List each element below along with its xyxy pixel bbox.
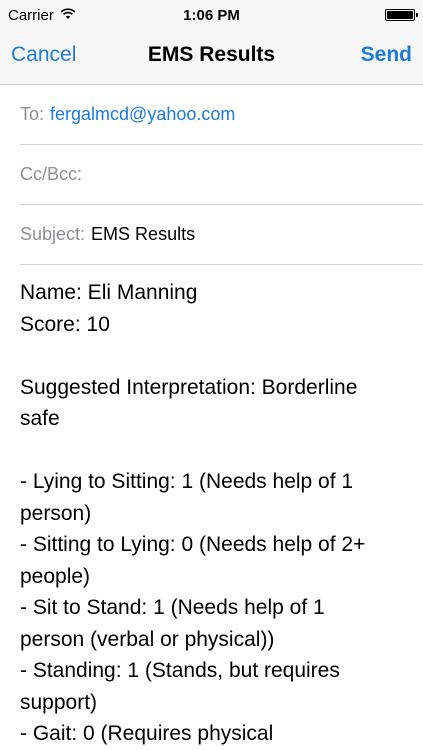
message-body-line: - Gait: 0 (Requires physical	[20, 722, 274, 745]
message-body-line: - Standing: 1 (Stands, but requires	[20, 659, 340, 682]
send-button[interactable]: Send	[361, 43, 412, 67]
message-body[interactable]: Name: Eli Manning Score: 10 Suggested Inte…	[0, 265, 423, 750]
message-body-line: safe	[20, 407, 60, 430]
status-bar: Carrier 1:06 PM	[0, 0, 423, 30]
message-body-line: Suggested Interpretation: Borderline	[20, 375, 358, 399]
status-time: 1:06 PM	[183, 7, 240, 24]
ccbcc-field[interactable]: Cc/Bcc:	[20, 145, 423, 205]
page-title: EMS Results	[147, 43, 276, 66]
navigation-bar: Cancel EMS Results Send	[0, 30, 423, 84]
to-label: To:	[20, 104, 45, 124]
message-body-line: - Sit to Stand: 1 (Needs help of 1	[20, 596, 325, 619]
message-body-line: Score: 10	[20, 312, 110, 336]
subject-label: Subject:	[20, 224, 86, 244]
message-body-line: Name: Eli Manning	[20, 281, 198, 304]
ccbcc-label: Cc/Bcc:	[20, 164, 83, 184]
message-body-line	[20, 340, 403, 372]
message-body-line: person (verbal or physical))	[20, 627, 275, 651]
subject-value[interactable]: EMS Results	[91, 224, 195, 245]
message-body-line: people)	[20, 564, 91, 588]
message-body-line: - Sitting to Lying: 0 (Needs help of 2+	[20, 533, 366, 556]
battery-icon	[385, 9, 418, 21]
to-recipient[interactable]: fergalmcd@yahoo.com	[50, 104, 235, 125]
top-bar-area: Carrier 1:06 PM Cancel EMS Results Send	[0, 0, 423, 85]
message-body-line	[20, 435, 403, 467]
message-body-line: - Lying to Sitting: 1 (Needs help of 1	[20, 470, 354, 493]
subject-field[interactable]: Subject: EMS Results	[20, 205, 423, 265]
to-field[interactable]: To: fergalmcd@yahoo.com	[20, 85, 423, 145]
message-body-line: support)	[20, 690, 98, 714]
message-body-line: person)	[20, 501, 92, 525]
